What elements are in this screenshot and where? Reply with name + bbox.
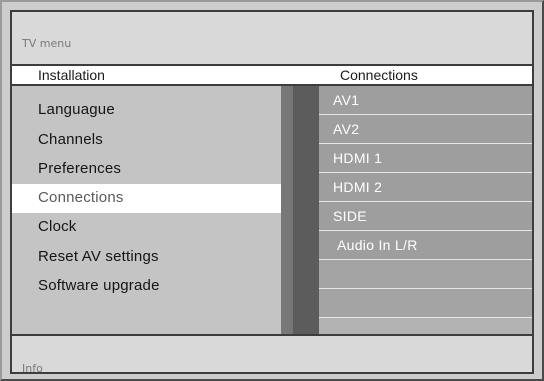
- menu-title: TV menu: [22, 37, 72, 50]
- left-column-title: Installation: [38, 67, 105, 83]
- menu-item-label: Preferences: [38, 160, 122, 177]
- menu-item-channels[interactable]: Channels: [12, 126, 281, 155]
- menu-item-label: Reset AV settings: [38, 248, 159, 265]
- info-footer: Info: [12, 334, 532, 375]
- connections-submenu-list: AV1 AV2 HDMI 1 HDMI 2 SIDE Audio In L/R: [319, 86, 532, 334]
- right-column-title: Connections: [340, 67, 418, 83]
- submenu-item-av2[interactable]: AV2: [319, 115, 532, 144]
- menu-item-label: Channels: [38, 131, 103, 148]
- menu-item-language[interactable]: Languague: [12, 96, 281, 125]
- menu-header: TV menu: [12, 12, 532, 64]
- menu-item-connections[interactable]: Connections: [12, 184, 281, 213]
- submenu-item-hdmi-2[interactable]: HDMI 2: [319, 173, 532, 202]
- submenu-item-av1[interactable]: AV1: [319, 86, 532, 115]
- menu-item-label: Clock: [38, 218, 77, 235]
- submenu-item-label: SIDE: [333, 208, 367, 224]
- submenu-item-empty: [319, 289, 532, 318]
- installation-menu-list: Languague Channels Preferences Connectio…: [12, 86, 281, 334]
- menu-item-reset-av-settings[interactable]: Reset AV settings: [12, 243, 281, 272]
- info-label: Info: [22, 362, 43, 375]
- menu-item-software-upgrade[interactable]: Software upgrade: [12, 272, 281, 301]
- panel-divider: [281, 86, 319, 334]
- menu-item-clock[interactable]: Clock: [12, 213, 281, 242]
- menu-item-label: Connections: [38, 189, 124, 206]
- submenu-item-label: HDMI 2: [333, 179, 383, 195]
- submenu-item-label: HDMI 1: [333, 150, 383, 166]
- tv-screen-frame: TV menu Installation Connections Languag…: [0, 0, 544, 381]
- right-column-header: Connections: [281, 64, 532, 86]
- submenu-item-empty: [319, 260, 532, 289]
- panel-divider-shade: [281, 86, 293, 334]
- left-column-header: Installation: [12, 64, 281, 86]
- submenu-item-label: AV1: [333, 92, 360, 108]
- submenu-item-audio-in-lr[interactable]: Audio In L/R: [319, 231, 532, 260]
- submenu-item-side[interactable]: SIDE: [319, 202, 532, 231]
- menu-item-label: Software upgrade: [38, 277, 160, 294]
- submenu-item-label: AV2: [333, 121, 360, 137]
- menu-item-label: Languague: [38, 101, 115, 118]
- submenu-item-hdmi-1[interactable]: HDMI 1: [319, 144, 532, 173]
- menu-item-preferences[interactable]: Preferences: [12, 155, 281, 184]
- tv-menu-window: TV menu Installation Connections Languag…: [10, 10, 534, 375]
- submenu-item-label: Audio In L/R: [337, 237, 418, 253]
